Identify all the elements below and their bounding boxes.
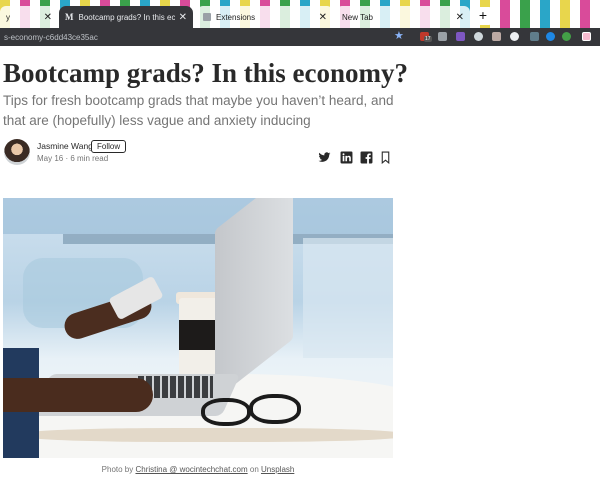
- article-title: Bootcamp grads? In this economy?: [3, 58, 409, 88]
- article-meta: May 16 · 6 min read: [37, 154, 109, 163]
- extension-badge: 17: [424, 36, 432, 42]
- caption-prefix: Photo by: [101, 465, 136, 474]
- unsplash-link[interactable]: Unsplash: [261, 465, 294, 474]
- close-tab-icon[interactable]: ✕: [175, 12, 187, 23]
- article-subtitle: Tips for fresh bootcamp grads that maybe…: [3, 93, 394, 128]
- follow-button[interactable]: Follow: [91, 140, 127, 153]
- tab-label: Extensions: [216, 12, 256, 22]
- extension-icon-face[interactable]: [510, 32, 519, 41]
- image-caption: Photo by Christina @ wocintechchat.com o…: [3, 465, 393, 474]
- medium-favicon-icon: M: [65, 12, 74, 22]
- tab-bootcamp-article[interactable]: M Bootcamp grads? In this econo ✕: [59, 6, 193, 28]
- twitter-icon[interactable]: [318, 151, 331, 164]
- caption-middle: on: [247, 465, 261, 474]
- extension-icon-gray[interactable]: [438, 32, 447, 41]
- tab-label: y: [6, 12, 10, 22]
- close-tab-icon[interactable]: ✕: [452, 12, 464, 23]
- linkedin-icon[interactable]: [340, 151, 353, 164]
- address-bar-url[interactable]: s-economy-c6dd43ce35ac: [0, 33, 98, 42]
- extension-icon-blue[interactable]: [546, 32, 555, 41]
- author-name[interactable]: Jasmine Wang: [37, 141, 93, 151]
- tab-label: New Tab: [342, 12, 373, 22]
- tab-label: Bootcamp grads? In this econo: [78, 12, 175, 22]
- extension-icon-dots[interactable]: [530, 32, 539, 41]
- browser-toolbar: s-economy-c6dd43ce35ac ★ 17: [0, 28, 600, 46]
- bookmark-icon[interactable]: [379, 151, 392, 164]
- extension-icon-green[interactable]: [562, 32, 571, 41]
- tab-new-tab[interactable]: New Tab ✕: [336, 6, 470, 28]
- facebook-icon[interactable]: [360, 151, 373, 164]
- browser-tab-strip: y ✕ M Bootcamp grads? In this econo ✕ Ex…: [0, 0, 600, 28]
- extension-icon-purple[interactable]: [456, 32, 465, 41]
- puzzle-icon: [203, 13, 211, 21]
- new-tab-button[interactable]: +: [474, 7, 492, 25]
- photographer-link[interactable]: Christina @ wocintechchat.com: [135, 465, 247, 474]
- star-icon[interactable]: ★: [394, 29, 404, 42]
- extension-icon-cloud[interactable]: [474, 32, 483, 41]
- close-tab-icon[interactable]: ✕: [315, 12, 327, 23]
- article-hero-image: [3, 198, 393, 458]
- tab-extensions[interactable]: Extensions ✕: [197, 6, 333, 28]
- extension-icon-fox[interactable]: [492, 32, 501, 41]
- author-avatar[interactable]: [4, 139, 30, 165]
- profile-avatar-icon[interactable]: [582, 32, 591, 41]
- tab-previous[interactable]: y ✕: [0, 6, 58, 28]
- close-tab-icon[interactable]: ✕: [40, 12, 52, 23]
